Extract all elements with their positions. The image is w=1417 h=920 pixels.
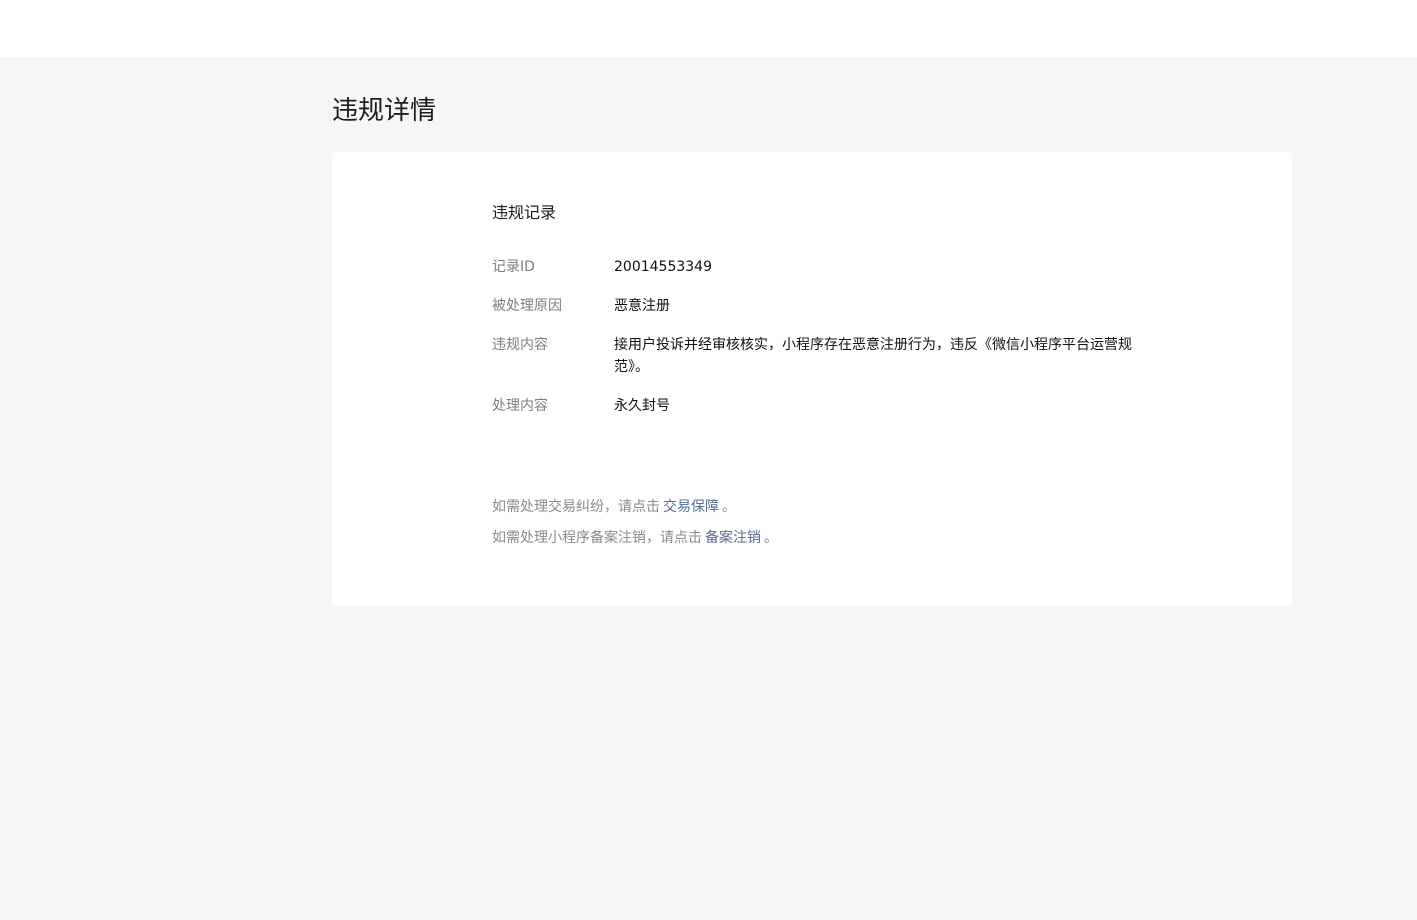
filing-cancel-note: 如需处理小程序备案注销，请点击 备案注销。 xyxy=(492,528,778,548)
filing-cancel-note-text: 如需处理小程序备案注销，请点击 xyxy=(492,530,702,546)
record-id-label: 记录ID xyxy=(492,259,535,275)
violation-record-card: 违规记录 记录ID 20014553349 被处理原因 恶意注册 违规内容 接用… xyxy=(332,152,1292,606)
penalty-value: 永久封号 xyxy=(614,398,670,414)
violation-content-row: 违规内容 接用户投诉并经审核核实，小程序存在恶意注册行为，违反《微信小程序平台运… xyxy=(492,334,1152,378)
help-notes: 如需处理交易纠纷，请点击 交易保障。 如需处理小程序备案注销，请点击 备案注销。 xyxy=(492,497,778,559)
violation-content-value: 接用户投诉并经审核核实，小程序存在恶意注册行为，违反《微信小程序平台运营规范》。 xyxy=(614,337,1132,375)
trade-dispute-note-text: 如需处理交易纠纷，请点击 xyxy=(492,499,660,515)
reason-value: 恶意注册 xyxy=(614,298,670,314)
record-id-value: 20014553349 xyxy=(614,259,712,275)
violation-content-label: 违规内容 xyxy=(492,337,548,353)
page-title: 违规详情 xyxy=(332,96,437,126)
filing-cancel-note-suffix: 。 xyxy=(764,530,778,546)
trade-guarantee-link[interactable]: 交易保障 xyxy=(663,499,719,515)
trade-dispute-note-suffix: 。 xyxy=(722,499,736,515)
record-details: 记录ID 20014553349 被处理原因 恶意注册 违规内容 接用户投诉并经… xyxy=(492,256,1152,434)
filing-cancel-link[interactable]: 备案注销 xyxy=(705,530,761,546)
record-id-row: 记录ID 20014553349 xyxy=(492,256,1152,278)
top-header-bar xyxy=(0,0,1417,57)
trade-dispute-note: 如需处理交易纠纷，请点击 交易保障。 xyxy=(492,497,778,517)
penalty-row: 处理内容 永久封号 xyxy=(492,395,1152,417)
reason-label: 被处理原因 xyxy=(492,298,562,314)
section-title: 违规记录 xyxy=(492,203,557,222)
reason-row: 被处理原因 恶意注册 xyxy=(492,295,1152,317)
penalty-label: 处理内容 xyxy=(492,398,548,414)
